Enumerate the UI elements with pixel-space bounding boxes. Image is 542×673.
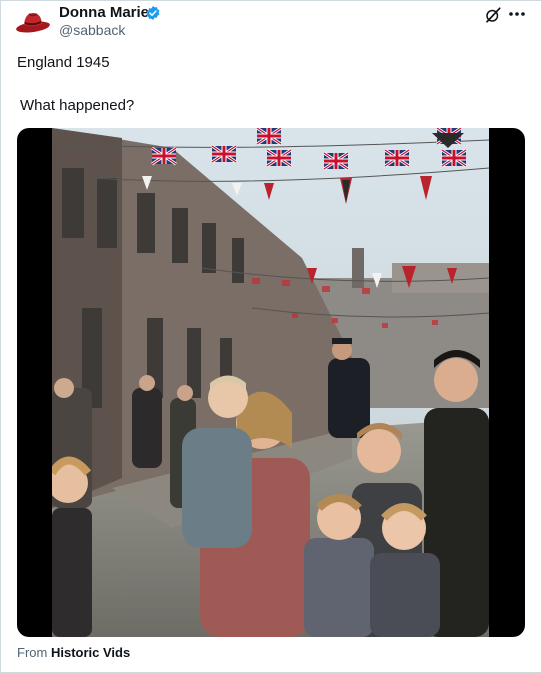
media-attribution: From Historic Vids: [17, 645, 130, 660]
cowboy-hat-icon: [16, 13, 50, 33]
author-handle[interactable]: @sabback: [59, 22, 125, 38]
post-text-line2: What happened?: [20, 97, 135, 114]
tweet-card: Donna Marie @sabback England 1945 What h…: [0, 0, 542, 673]
author-name[interactable]: Donna Marie: [59, 4, 149, 21]
attribution-source-link[interactable]: Historic Vids: [51, 645, 130, 660]
grok-icon[interactable]: [484, 6, 502, 24]
video-player[interactable]: [17, 128, 525, 637]
avatar[interactable]: [15, 5, 51, 37]
post-text-line1: England 1945: [17, 54, 110, 71]
video-frame: [52, 128, 489, 637]
more-options-icon[interactable]: [506, 5, 528, 23]
attribution-prefix: From: [17, 645, 48, 660]
verified-badge-icon: [146, 6, 160, 20]
